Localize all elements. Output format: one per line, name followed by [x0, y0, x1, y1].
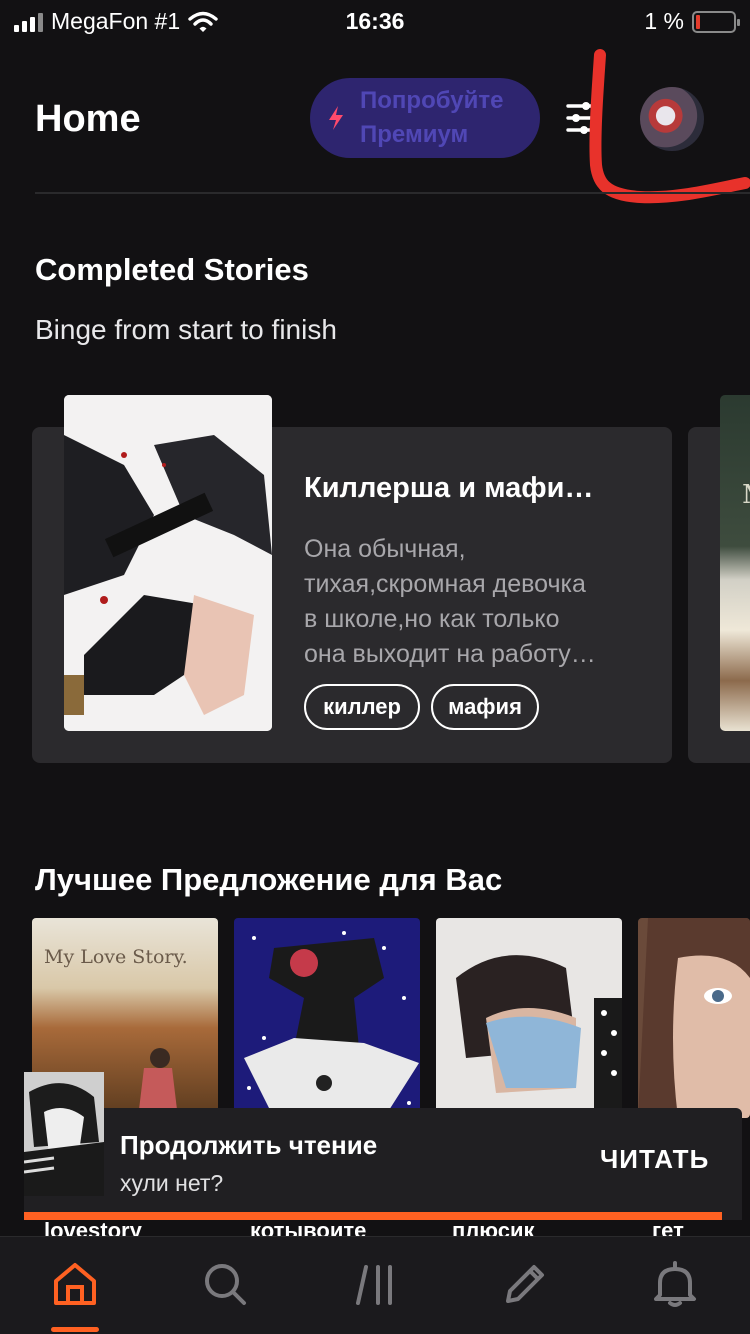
- battery-icon: [692, 10, 740, 33]
- bell-icon[interactable]: [650, 1259, 700, 1309]
- header: Home Попробуйте Премиум: [0, 70, 750, 170]
- story-description: Она обычная, тихая,скромная девочка в шк…: [304, 532, 644, 672]
- status-bar: MegaFon #1 16:36 1 %: [0, 0, 750, 44]
- try-premium-button[interactable]: Попробуйте Премиум: [310, 78, 540, 158]
- story-description-line: она выходит на работу…: [304, 640, 596, 668]
- write-icon[interactable]: [500, 1259, 550, 1309]
- read-button[interactable]: ЧИТАТЬ: [600, 1144, 709, 1175]
- thumb-art: [234, 918, 420, 1118]
- story-cover-art: [64, 395, 272, 731]
- story-description-line: в школе,но как только: [304, 605, 560, 633]
- thumb-art: [638, 918, 750, 1118]
- thumb-label: гет: [652, 1218, 684, 1236]
- thumb-cover-text: My Love Story.: [44, 946, 188, 968]
- thumb-label: lovestory: [44, 1218, 142, 1236]
- next-story-cover[interactable]: [720, 395, 750, 731]
- thumb-label: плюсик: [452, 1218, 535, 1236]
- story-cover[interactable]: [64, 395, 272, 731]
- thumb-label: котывоите: [250, 1218, 367, 1236]
- recommended-thumb[interactable]: [234, 918, 420, 1118]
- section-subtitle-completed: Binge from start to finish: [35, 314, 337, 345]
- avatar[interactable]: [640, 87, 704, 151]
- active-tab-indicator: [51, 1327, 99, 1332]
- status-right: 1 %: [644, 8, 740, 35]
- library-icon[interactable]: [352, 1259, 402, 1309]
- tab-bar: [0, 1236, 750, 1334]
- header-divider: [35, 192, 750, 194]
- story-description-line: Она обычная,: [304, 535, 466, 563]
- reading-progress-fill: [24, 1212, 722, 1220]
- continue-reading-cover[interactable]: [24, 1072, 104, 1196]
- recommended-thumb[interactable]: [436, 918, 622, 1118]
- battery-percent: 1 %: [644, 8, 684, 34]
- status-time: 16:36: [345, 8, 405, 34]
- thumb-art: [436, 918, 622, 1118]
- filter-icon[interactable]: [566, 100, 596, 136]
- recommended-thumb[interactable]: [638, 918, 750, 1118]
- premium-label: Попробуйте Премиум: [360, 87, 504, 148]
- search-icon[interactable]: [200, 1259, 250, 1309]
- continue-reading-title: Продолжить чтение: [120, 1130, 378, 1160]
- tag-mafia[interactable]: мафия: [431, 684, 539, 730]
- page-title: Home: [35, 98, 141, 140]
- lightning-icon: [329, 106, 343, 130]
- story-title[interactable]: Киллерша и мафи…: [304, 472, 644, 505]
- continue-cover-art: [24, 1072, 104, 1196]
- story-description-line: тихая,скромная девочка: [304, 570, 586, 598]
- section-title-completed: Completed Stories: [35, 252, 309, 287]
- next-story-cover-text: M: [742, 480, 750, 510]
- continue-reading-subtitle: хули нет?: [120, 1170, 224, 1196]
- home-icon[interactable]: [50, 1259, 100, 1309]
- reading-progress: [24, 1212, 722, 1220]
- tag-killer[interactable]: киллер: [304, 684, 420, 730]
- section-title-recommended: Лучшее Предложение для Вас: [35, 862, 503, 897]
